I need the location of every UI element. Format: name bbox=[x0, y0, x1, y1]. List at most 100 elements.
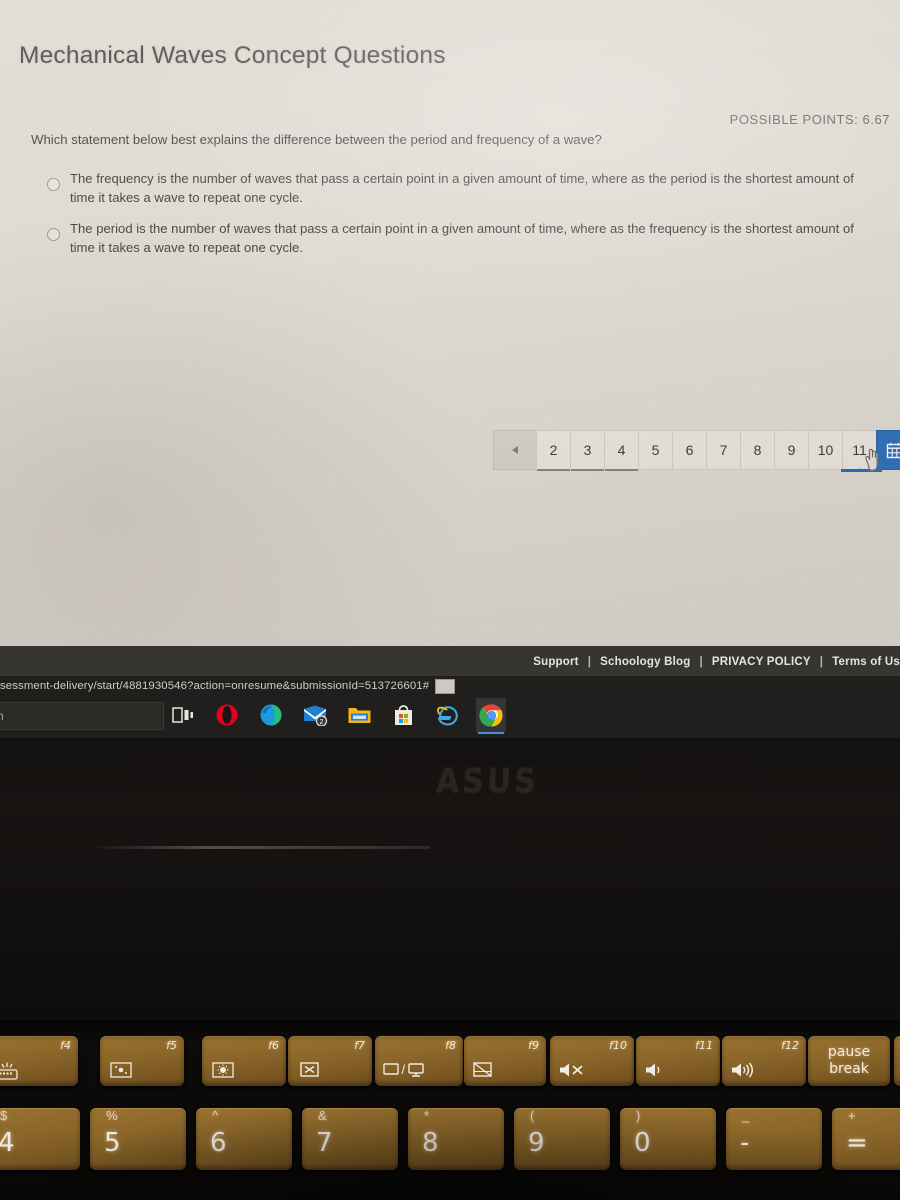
volume-down-icon bbox=[646, 1063, 660, 1077]
pagination-page-4[interactable]: 4 bbox=[604, 430, 638, 471]
key-f12[interactable]: f12 bbox=[722, 1036, 806, 1086]
footer-link-terms-of-use[interactable]: Terms of Us bbox=[832, 656, 900, 668]
key-number-8[interactable]: * 8 bbox=[408, 1108, 504, 1170]
taskbar-item-mail[interactable]: 2 bbox=[300, 698, 330, 732]
footer-link-privacy-policy[interactable]: PRIVACY POLICY bbox=[712, 656, 811, 668]
page-title: Mechanical Waves Concept Questions bbox=[19, 42, 446, 69]
task-view-icon bbox=[172, 707, 193, 723]
taskbar-item-microsoft-store[interactable] bbox=[388, 698, 418, 732]
question-pagination[interactable]: 2 3 4 5 6 7 8 9 10 11 bbox=[493, 430, 900, 472]
volume-mute-icon bbox=[560, 1063, 583, 1077]
touchpad-toggle-icon bbox=[473, 1062, 492, 1077]
answer-option-1[interactable]: The period is the number of waves that p… bbox=[47, 219, 867, 257]
key-f10-label: f10 bbox=[609, 1039, 627, 1052]
key-minus[interactable]: _ - bbox=[726, 1108, 822, 1170]
key-f9-label: f9 bbox=[528, 1039, 539, 1052]
brightness-up-icon bbox=[212, 1062, 234, 1078]
key-number-7[interactable]: & 7 bbox=[302, 1108, 398, 1170]
pagination-page-10[interactable]: 10 bbox=[808, 430, 842, 470]
key-number-5[interactable]: % 5 bbox=[90, 1108, 186, 1170]
radio-button-option-1[interactable] bbox=[47, 228, 60, 241]
key-number-6-label: 6 bbox=[210, 1128, 227, 1158]
key-f11-label: f11 bbox=[695, 1039, 713, 1052]
laptop-photo: Mechanical Waves Concept Questions POSSI… bbox=[0, 0, 900, 1200]
taskbar-search-value: n bbox=[0, 709, 4, 723]
pagination-prev-button[interactable] bbox=[493, 430, 536, 470]
key-number-4[interactable]: $ 4 bbox=[0, 1108, 80, 1170]
google-chrome-icon bbox=[478, 703, 502, 727]
triangle-left-icon bbox=[512, 446, 518, 454]
answer-option-1-label: The period is the number of waves that p… bbox=[70, 221, 854, 255]
key-pause-break[interactable]: pause break bbox=[808, 1036, 890, 1086]
key-equals-label: = bbox=[846, 1128, 868, 1158]
key-minus-shift: _ bbox=[742, 1108, 750, 1123]
key-number-4-label: 4 bbox=[0, 1128, 15, 1158]
taskbar-icon-row: 2 bbox=[168, 698, 506, 734]
key-number-9[interactable]: ( 9 bbox=[514, 1108, 610, 1170]
svg-text:2: 2 bbox=[320, 719, 324, 726]
pagination-page-11[interactable]: 11 bbox=[841, 430, 882, 472]
key-f-row-extra[interactable] bbox=[894, 1036, 900, 1086]
key-f11[interactable]: f11 bbox=[636, 1036, 720, 1086]
key-f10[interactable]: f10 bbox=[550, 1036, 634, 1086]
pagination-submit-button[interactable] bbox=[876, 430, 900, 470]
key-pause-label: pause bbox=[827, 1044, 871, 1060]
key-number-6[interactable]: ^ 6 bbox=[196, 1108, 292, 1170]
key-f6[interactable]: f6 bbox=[202, 1036, 286, 1086]
footer-separator-3: | bbox=[819, 656, 824, 668]
key-number-0-label: 0 bbox=[634, 1128, 651, 1158]
taskbar-item-google-chrome[interactable] bbox=[476, 698, 506, 734]
key-f9[interactable]: f9 bbox=[464, 1036, 546, 1086]
pagination-page-5[interactable]: 5 bbox=[638, 430, 672, 470]
taskbar-search-input[interactable]: n bbox=[0, 702, 164, 730]
key-number-0[interactable]: ) 0 bbox=[620, 1108, 716, 1170]
pagination-page-9[interactable]: 9 bbox=[774, 430, 808, 470]
key-number-4-shift: $ bbox=[0, 1108, 8, 1123]
file-explorer-icon bbox=[348, 707, 370, 723]
footer-link-list: Support | Schoology Blog | PRIVACY POLIC… bbox=[533, 656, 900, 668]
key-f7[interactable]: f7 bbox=[288, 1036, 372, 1086]
calendar-grid-icon bbox=[886, 442, 900, 458]
laptop-hinge-highlight bbox=[90, 846, 430, 849]
key-f7-label: f7 bbox=[354, 1039, 365, 1052]
key-f4[interactable]: f4 bbox=[0, 1036, 78, 1086]
screen-glare-overlay bbox=[0, 0, 900, 646]
taskbar-item-task-view[interactable] bbox=[168, 698, 198, 732]
possible-points-label: POSSIBLE POINTS: 6.67 bbox=[729, 112, 890, 127]
footer-separator-1: | bbox=[587, 656, 592, 668]
brightness-down-icon bbox=[110, 1062, 132, 1078]
taskbar-item-internet-explorer[interactable] bbox=[432, 698, 462, 732]
keyboard-backlight-icon bbox=[0, 1062, 18, 1080]
radio-button-option-0[interactable] bbox=[47, 178, 60, 191]
key-equals[interactable]: + = bbox=[832, 1108, 900, 1170]
taskbar-item-file-explorer[interactable] bbox=[344, 698, 374, 732]
url-strip-chip bbox=[435, 678, 456, 694]
footer-link-schoology-blog[interactable]: Schoology Blog bbox=[600, 656, 690, 668]
pagination-page-6[interactable]: 6 bbox=[672, 430, 706, 470]
internet-explorer-icon bbox=[436, 705, 458, 725]
windows-taskbar: sessment-delivery/start/4881930546?actio… bbox=[0, 676, 900, 738]
display-off-icon bbox=[300, 1062, 319, 1077]
key-number-5-label: 5 bbox=[104, 1128, 121, 1158]
key-number-7-label: 7 bbox=[316, 1128, 333, 1158]
mail-icon: 2 bbox=[304, 705, 328, 726]
key-f5[interactable]: f5 bbox=[100, 1036, 184, 1086]
svg-text:/: / bbox=[402, 1062, 406, 1077]
opera-icon bbox=[216, 704, 238, 726]
volume-up-icon bbox=[732, 1062, 753, 1078]
pagination-page-3[interactable]: 3 bbox=[570, 430, 604, 471]
pagination-page-8[interactable]: 8 bbox=[740, 430, 774, 470]
answer-option-0[interactable]: The frequency is the number of waves tha… bbox=[47, 169, 867, 207]
laptop-keyboard: f4 f5 f6 f7 f8 / f9 f10 f11 f12 pause br… bbox=[0, 1020, 900, 1200]
screen-noise-overlay bbox=[0, 0, 900, 646]
footer-link-support[interactable]: Support bbox=[533, 656, 578, 668]
key-number-8-label: 8 bbox=[422, 1128, 439, 1158]
key-f8[interactable]: f8 / bbox=[375, 1036, 463, 1086]
browser-url-text: sessment-delivery/start/4881930546?actio… bbox=[0, 680, 430, 692]
pagination-page-7[interactable]: 7 bbox=[706, 430, 740, 470]
key-number-7-shift: & bbox=[318, 1108, 327, 1123]
taskbar-item-microsoft-edge[interactable] bbox=[256, 698, 286, 732]
taskbar-item-opera[interactable] bbox=[212, 698, 242, 732]
pagination-page-2[interactable]: 2 bbox=[536, 430, 570, 471]
key-number-5-shift: % bbox=[106, 1108, 118, 1123]
